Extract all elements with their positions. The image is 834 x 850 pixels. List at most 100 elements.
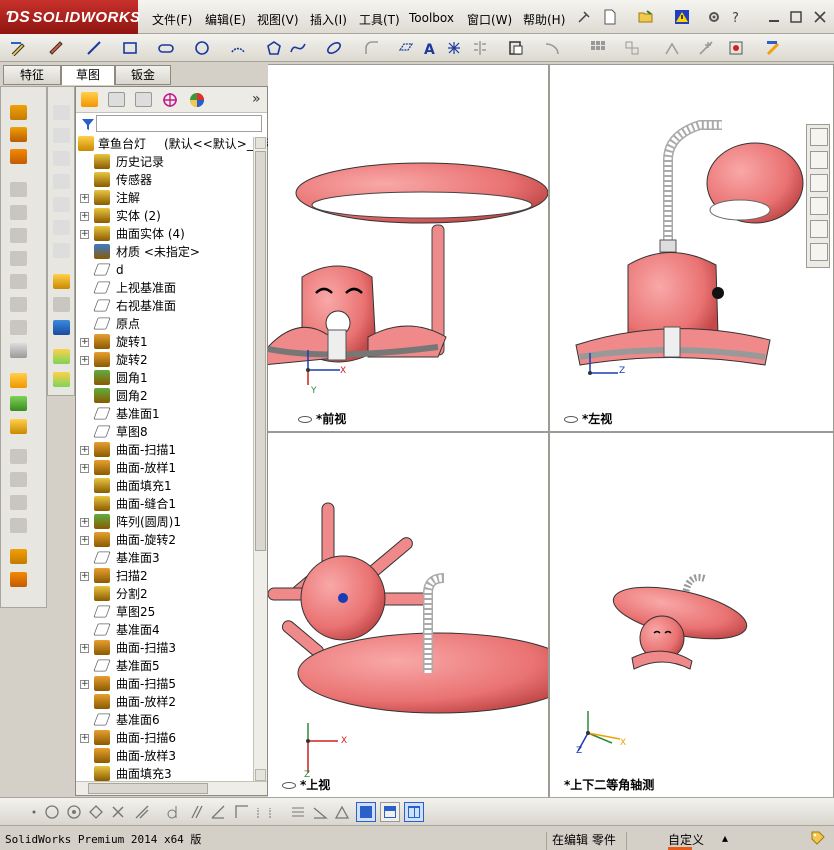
- solidworks-resources-icon[interactable]: [810, 128, 828, 146]
- add-relation-icon[interactable]: [698, 40, 714, 56]
- scroll-thumb[interactable]: [255, 151, 266, 551]
- menu-edit[interactable]: 编辑(E): [205, 11, 246, 28]
- edit-sketch-icon[interactable]: [10, 40, 26, 56]
- curves-icon[interactable]: [10, 572, 27, 587]
- instant3d-icon[interactable]: [10, 549, 27, 564]
- hole-wizard-icon[interactable]: [10, 228, 27, 243]
- tree-vertical-scrollbar[interactable]: [253, 137, 267, 781]
- repair-sketch-icon[interactable]: [728, 40, 744, 56]
- quick-snaps-icon[interactable]: [766, 40, 782, 56]
- spline-tool-icon[interactable]: [290, 40, 306, 56]
- menu-help[interactable]: 帮助(H): [523, 11, 565, 28]
- tab-sketch[interactable]: 草图: [61, 65, 115, 85]
- tree-row[interactable]: 草图8: [76, 423, 256, 441]
- convert-entities-icon[interactable]: [544, 40, 560, 56]
- circle-snap-icon[interactable]: [44, 804, 60, 820]
- tree-row[interactable]: + 曲面-扫描5: [76, 675, 256, 693]
- tree-row[interactable]: + 扫描2: [76, 567, 256, 585]
- fillet-feature-icon[interactable]: [10, 343, 27, 358]
- tree-horizontal-scrollbar[interactable]: [76, 781, 267, 795]
- tree-row[interactable]: 历史记录: [76, 153, 256, 171]
- custom-properties-icon[interactable]: [810, 243, 828, 261]
- configurationmanager-icon[interactable]: [135, 92, 152, 107]
- design-library-icon[interactable]: [810, 151, 828, 169]
- tree-row[interactable]: d: [76, 261, 256, 279]
- chamfer-icon[interactable]: [10, 373, 27, 388]
- sketch-plane-icon[interactable]: [53, 105, 70, 120]
- extruded-cut-icon[interactable]: [10, 205, 27, 220]
- expand-toggle-icon[interactable]: +: [80, 194, 89, 203]
- shell-icon[interactable]: [10, 396, 27, 411]
- tree-row[interactable]: 草图25: [76, 603, 256, 621]
- wrap-icon[interactable]: [10, 472, 27, 487]
- propertymanager-icon[interactable]: [108, 92, 125, 107]
- triangle-icon[interactable]: [334, 804, 350, 820]
- grid-snap-icon[interactable]: [290, 804, 306, 820]
- featuremanager-icon[interactable]: [81, 92, 98, 107]
- surface-knit-icon[interactable]: [53, 349, 70, 364]
- extruded-boss-icon[interactable]: [10, 105, 27, 120]
- tree-row[interactable]: + 曲面-扫描1: [76, 441, 256, 459]
- help-question-icon[interactable]: ?: [728, 9, 744, 25]
- polygon-tool-icon[interactable]: [266, 40, 282, 56]
- length-snap-icon[interactable]: [256, 804, 272, 820]
- tree-row[interactable]: + 曲面实体 (4): [76, 225, 256, 243]
- expand-toggle-icon[interactable]: +: [80, 338, 89, 347]
- reference-cs-icon[interactable]: [53, 197, 70, 212]
- expand-toggle-icon[interactable]: +: [80, 644, 89, 653]
- quadrant-snap-icon[interactable]: [66, 804, 82, 820]
- tree-row[interactable]: 右视基准面: [76, 297, 256, 315]
- draft-icon[interactable]: [10, 419, 27, 434]
- lofted-cut-icon[interactable]: [10, 297, 27, 312]
- expand-toggle-icon[interactable]: +: [80, 446, 89, 455]
- plane-tool-icon[interactable]: [398, 40, 414, 56]
- menu-file[interactable]: 文件(F): [152, 11, 192, 28]
- tree-row[interactable]: + 曲面-旋转2: [76, 531, 256, 549]
- surface-fill-icon[interactable]: [53, 372, 70, 387]
- line-tool-icon[interactable]: [86, 40, 102, 56]
- swept-cut-icon[interactable]: [10, 274, 27, 289]
- boundary-cut-icon[interactable]: [10, 320, 27, 335]
- parallel-snap-icon[interactable]: [188, 804, 204, 820]
- expand-toggle-icon[interactable]: +: [80, 356, 89, 365]
- smart-dimension-icon[interactable]: [48, 40, 64, 56]
- menu-view[interactable]: 视图(V): [257, 11, 299, 28]
- tree-row[interactable]: + 旋转1: [76, 333, 256, 351]
- tree-row[interactable]: 基准面5: [76, 657, 256, 675]
- tree-row[interactable]: 基准面6: [76, 711, 256, 729]
- tree-row[interactable]: 原点: [76, 315, 256, 333]
- intersection-snap-icon[interactable]: [110, 804, 126, 820]
- linear-pattern-icon[interactable]: [590, 40, 606, 56]
- units-custom-button[interactable]: 自定义: [668, 831, 704, 848]
- circle-tool-icon[interactable]: [194, 40, 210, 56]
- intersect-icon[interactable]: [10, 518, 27, 533]
- tree-row[interactable]: 曲面填充1: [76, 477, 256, 495]
- tree-row[interactable]: + 阵列(圆周)1: [76, 513, 256, 531]
- tree-row[interactable]: + 曲面-扫描3: [76, 639, 256, 657]
- tag-icon[interactable]: [810, 830, 826, 846]
- minimize-window-icon[interactable]: [766, 9, 782, 25]
- revolved-cut-icon[interactable]: [10, 251, 27, 266]
- view-palette-icon[interactable]: [810, 197, 828, 215]
- expand-toggle-icon[interactable]: +: [80, 212, 89, 221]
- single-view-button[interactable]: [356, 802, 376, 822]
- tree-row[interactable]: 曲面-放样3: [76, 747, 256, 765]
- pin-icon[interactable]: [576, 9, 592, 25]
- display-manager-icon[interactable]: [189, 92, 205, 108]
- menu-window[interactable]: 窗口(W): [467, 11, 512, 28]
- tab-features[interactable]: 特征: [3, 65, 61, 85]
- fillet-sketch-icon[interactable]: [364, 40, 380, 56]
- two-view-button[interactable]: [380, 802, 400, 822]
- restore-window-icon[interactable]: [788, 9, 804, 25]
- expand-toggle-icon[interactable]: +: [80, 518, 89, 527]
- dome-icon[interactable]: [10, 495, 27, 510]
- expand-toggle-icon[interactable]: +: [80, 572, 89, 581]
- rebuild-warning-icon[interactable]: [674, 9, 690, 25]
- display-relations-icon[interactable]: [664, 40, 680, 56]
- tree-root-row[interactable]: 章鱼台灯 (默认<<默认>_显示: [76, 135, 277, 153]
- mate-reference-icon[interactable]: [53, 243, 70, 258]
- swept-boss-icon[interactable]: [10, 149, 27, 164]
- rectangle-tool-icon[interactable]: [122, 40, 138, 56]
- slot-tool-icon[interactable]: [158, 40, 174, 56]
- tree-row[interactable]: 圆角2: [76, 387, 256, 405]
